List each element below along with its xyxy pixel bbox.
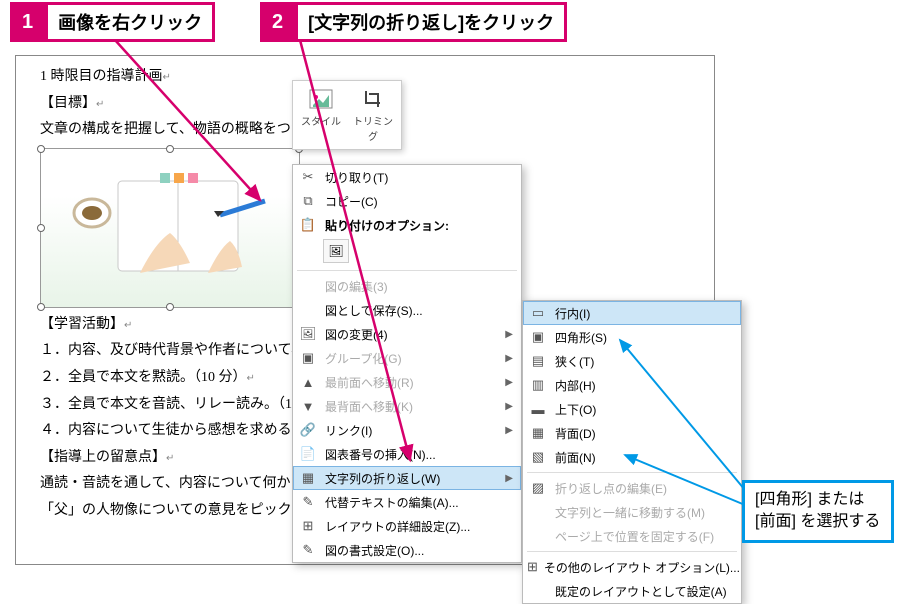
menu-format-picture[interactable]: ✎ 図の書式設定(O)... xyxy=(293,538,521,562)
callout-2: 2 [文字列の折り返し]をクリック xyxy=(260,2,567,42)
wrap-through[interactable]: ▥ 内部(H) xyxy=(523,373,741,397)
wrap-top-bottom[interactable]: ▬ 上下(O) xyxy=(523,397,741,421)
callout-3-text: [四角形] または[前面] を選択する xyxy=(755,491,880,530)
wrap-square[interactable]: ▣ 四角形(S) xyxy=(523,325,741,349)
format-picture-icon: ✎ xyxy=(297,541,319,559)
chevron-right-icon: ▶ xyxy=(505,377,513,388)
menu-link[interactable]: 🔗 リンク(I) ▶ xyxy=(293,418,521,442)
wrap-more-options[interactable]: ⊞ その他のレイアウト オプション(L)... xyxy=(523,555,741,579)
wrap-front-icon: ▧ xyxy=(527,448,549,466)
menu-edit-picture: 図の編集(3) xyxy=(293,274,521,298)
callout-2-number: 2 xyxy=(260,2,295,42)
chevron-right-icon: ▶ xyxy=(505,353,513,364)
wrap-front[interactable]: ▧ 前面(N) xyxy=(523,445,741,469)
menu-bring-front: ▲ 最前面へ移動(R) ▶ xyxy=(293,370,521,394)
bring-front-icon: ▲ xyxy=(297,373,319,391)
chevron-right-icon: ▶ xyxy=(505,425,513,436)
style-button[interactable]: スタイル xyxy=(299,87,343,143)
menu-send-back: ▼ 最背面へ移動(K) ▶ xyxy=(293,394,521,418)
wrap-tight-icon: ▤ xyxy=(527,352,549,370)
layout-icon: ⊞ xyxy=(297,517,319,535)
copy-icon: ⧉ xyxy=(297,192,319,210)
picture-style-icon xyxy=(307,87,335,111)
wrap-behind[interactable]: ▦ 背面(D) xyxy=(523,421,741,445)
wrap-inline[interactable]: ▭ 行内(I) xyxy=(523,301,741,325)
context-menu-main: ✂ 切り取り(T) ⧉ コピー(C) 📋 貼り付けのオプション: 🖼 図の編集(… xyxy=(292,164,522,563)
selected-image[interactable] xyxy=(40,148,300,308)
callout-1-number: 1 xyxy=(10,2,45,42)
notebook-illustration xyxy=(70,163,270,293)
menu-paste-header: 📋 貼り付けのオプション: xyxy=(293,213,521,237)
wrap-move-with-text: 文字列と一緒に移動する(M) xyxy=(523,500,741,524)
context-submenu-wrap: ▭ 行内(I) ▣ 四角形(S) ▤ 狭く(T) ▥ 内部(H) ▬ 上下(O)… xyxy=(522,300,742,604)
callout-1-text: 画像を右クリック xyxy=(45,2,215,42)
menu-group: ▣ グループ化(G) ▶ xyxy=(293,346,521,370)
more-layout-icon: ⊞ xyxy=(527,558,538,576)
wrap-through-icon: ▥ xyxy=(527,376,549,394)
alt-text-icon: ✎ xyxy=(297,493,319,511)
wrap-edit-points: ▨ 折り返し点の編集(E) xyxy=(523,476,741,500)
chevron-right-icon: ▶ xyxy=(505,473,513,484)
callout-2-text: [文字列の折り返し]をクリック xyxy=(295,2,567,42)
edit-wrap-points-icon: ▨ xyxy=(527,479,549,497)
paste-icon: 📋 xyxy=(297,216,319,234)
wrap-behind-icon: ▦ xyxy=(527,424,549,442)
menu-copy[interactable]: ⧉ コピー(C) xyxy=(293,189,521,213)
menu-change-picture[interactable]: 🖼 図の変更(4) ▶ xyxy=(293,322,521,346)
menu-layout-detail[interactable]: ⊞ レイアウトの詳細設定(Z)... xyxy=(293,514,521,538)
wrap-inline-icon: ▭ xyxy=(527,304,549,322)
paste-option-1[interactable]: 🖼 xyxy=(323,239,349,263)
crop-label: トリミング xyxy=(353,117,393,143)
wrap-fix-position: ページ上で位置を固定する(F) xyxy=(523,524,741,548)
wrap-square-icon: ▣ xyxy=(527,328,549,346)
caption-icon: 📄 xyxy=(297,445,319,463)
menu-cut[interactable]: ✂ 切り取り(T) xyxy=(293,165,521,189)
cut-icon: ✂ xyxy=(297,168,319,186)
crop-icon xyxy=(359,87,387,111)
link-icon: 🔗 xyxy=(297,421,319,439)
menu-save-as-picture[interactable]: 図として保存(S)... xyxy=(293,298,521,322)
chevron-right-icon: ▶ xyxy=(505,401,513,412)
send-back-icon: ▼ xyxy=(297,397,319,415)
menu-alt-text[interactable]: ✎ 代替テキストの編集(A)... xyxy=(293,490,521,514)
callout-3: [四角形] または[前面] を選択する xyxy=(742,480,894,543)
change-picture-icon: 🖼 xyxy=(297,325,319,343)
crop-button[interactable]: トリミング xyxy=(351,87,395,143)
callout-1: 1 画像を右クリック xyxy=(10,2,215,42)
style-label: スタイル xyxy=(301,117,341,128)
paste-options-row: 🖼 xyxy=(293,237,521,267)
wrap-text-icon: ▦ xyxy=(297,469,319,487)
wrap-tight[interactable]: ▤ 狭く(T) xyxy=(523,349,741,373)
mini-toolbar: スタイル トリミング xyxy=(292,80,402,150)
menu-insert-caption[interactable]: 📄 図表番号の挿入(N)... xyxy=(293,442,521,466)
chevron-right-icon: ▶ xyxy=(505,329,513,340)
menu-text-wrapping[interactable]: ▦ 文字列の折り返し(W) ▶ xyxy=(293,466,521,490)
wrap-set-default[interactable]: 既定のレイアウトとして設定(A) xyxy=(523,579,741,603)
wrap-topbottom-icon: ▬ xyxy=(527,400,549,418)
group-icon: ▣ xyxy=(297,349,319,367)
